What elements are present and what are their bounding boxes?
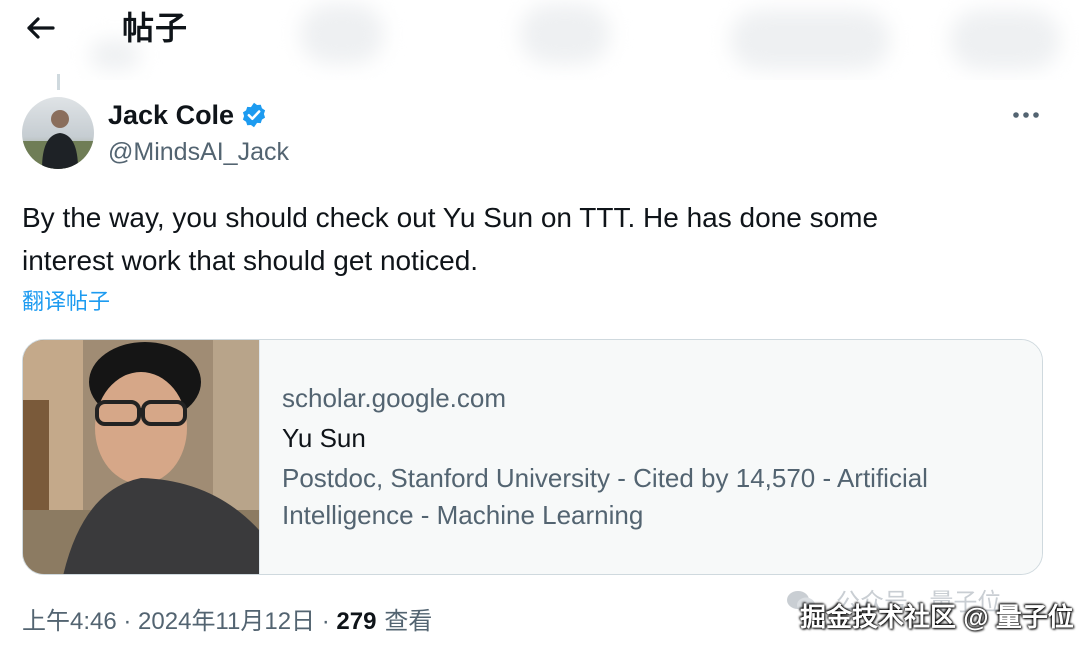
- avatar[interactable]: [22, 97, 94, 169]
- more-horizontal-icon: [1013, 112, 1039, 118]
- more-options-button[interactable]: [1006, 100, 1046, 130]
- meta-separator: ·: [116, 608, 139, 635]
- tweet-time[interactable]: 上午4:46: [22, 604, 117, 640]
- card-description-line: Intelligence - Machine Learning: [282, 500, 644, 530]
- views-count: 279: [336, 608, 377, 635]
- tweet-date[interactable]: 2024年11月12日: [138, 604, 315, 640]
- tweet-detail-page: 帖子 Jack Cole @MindsAI_Jack By the way, y…: [0, 0, 1080, 649]
- translate-post-link[interactable]: 翻译帖子: [22, 286, 110, 318]
- card-description-line: Postdoc, Stanford University - Cited by …: [282, 463, 928, 493]
- tweet-text-line: By the way, you should check out Yu Sun …: [22, 202, 879, 233]
- card-title: Yu Sun: [282, 423, 366, 453]
- link-preview-card[interactable]: scholar.google.com Yu Sun Postdoc, Stanf…: [22, 339, 1043, 575]
- author-name-row[interactable]: Jack Cole: [108, 98, 268, 132]
- tweet-text-line: interest work that should get noticed.: [22, 245, 479, 276]
- page-title: 帖子: [122, 10, 189, 46]
- card-thumbnail-image: [23, 340, 259, 574]
- card-description: Postdoc, Stanford University - Cited by …: [282, 460, 1018, 534]
- verified-badge-icon: [242, 102, 266, 128]
- card-domain: scholar.google.com: [282, 383, 507, 413]
- card-body: scholar.google.com Yu Sun Postdoc, Stanf…: [259, 340, 1042, 574]
- meta-separator: ·: [315, 608, 337, 635]
- back-button[interactable]: [20, 8, 60, 48]
- watermark: 掘金技术社区 @ 量子位: [800, 602, 1074, 632]
- views-label: 查看: [384, 608, 433, 635]
- tweet-text: By the way, you should check out Yu Sun …: [22, 196, 1032, 282]
- author-display-name[interactable]: Jack Cole: [108, 98, 234, 132]
- tweet-meta: 上午4:46 · 2024年11月12日 · 279 查看: [22, 604, 432, 640]
- author-handle[interactable]: @MindsAI_Jack: [108, 136, 289, 168]
- arrow-left-icon: [27, 17, 55, 39]
- thread-line: [57, 74, 60, 90]
